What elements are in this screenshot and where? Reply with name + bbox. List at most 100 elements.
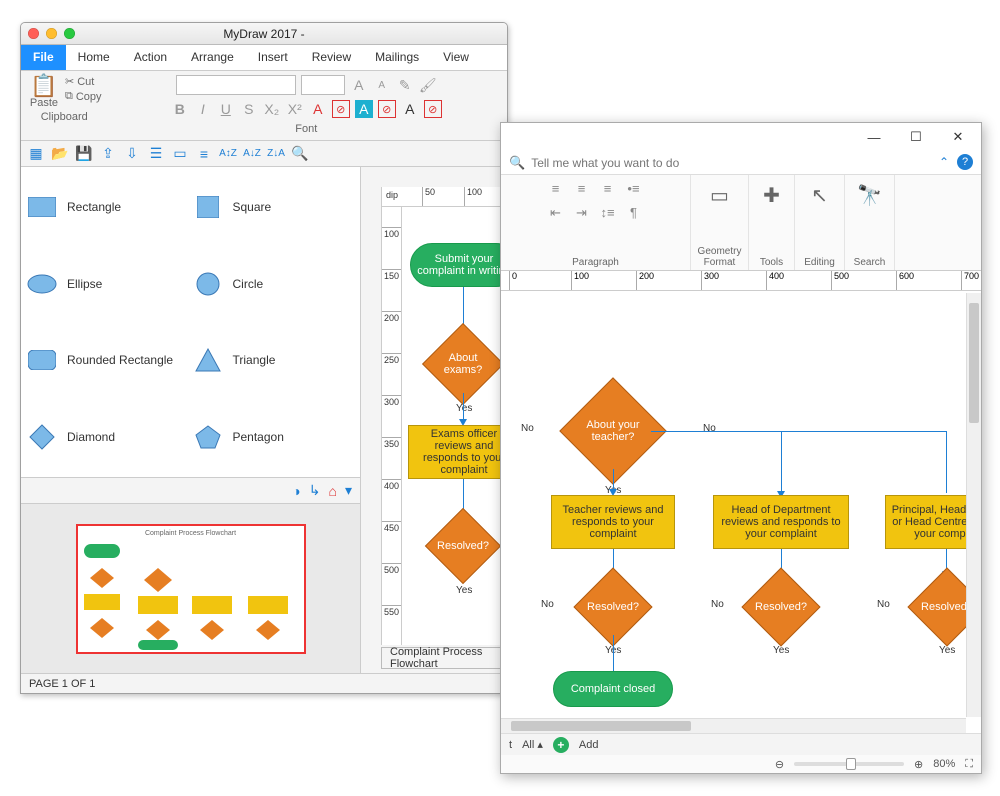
no-shadow-icon[interactable]: ⊘ [424, 100, 442, 118]
shape-triangle[interactable]: Triangle [193, 328, 355, 393]
shape-rectangle[interactable]: Rectangle [27, 175, 189, 240]
align-icon[interactable]: ≡ [195, 145, 213, 163]
italic-icon[interactable]: I [194, 100, 212, 118]
sheet-tab[interactable]: Complaint Process Flowchart [381, 647, 507, 669]
node-complaint-closed[interactable]: Complaint closed [553, 671, 673, 707]
font-color-icon[interactable]: A [309, 100, 327, 118]
canvas-inner[interactable]: Submit your complaint in writing About e… [402, 207, 507, 645]
cut-button[interactable]: ✂ Cut [65, 75, 102, 88]
node-principal-reviews[interactable]: Principal, Head Teacher or Head Centre r… [885, 495, 966, 549]
paintbrush-icon[interactable]: 🖌 [419, 76, 437, 94]
connector-icon[interactable]: ↳ [309, 482, 321, 499]
shrink-font-icon[interactable]: A [373, 76, 391, 94]
line-spacing-icon[interactable]: ↕≡ [599, 205, 617, 223]
indent-icon[interactable]: ⇥ [573, 205, 591, 223]
shape-fill-icon[interactable]: ◑ [292, 483, 300, 499]
help-icon[interactable]: ? [957, 154, 973, 170]
scrollbar-thumb[interactable] [511, 721, 691, 731]
mac-canvas[interactable]: dip 50 100 150 100 150 200 250 300 350 4… [381, 187, 507, 645]
align-right-icon[interactable]: ≡ [599, 181, 617, 199]
add-icon[interactable]: + [553, 737, 569, 753]
strike-icon[interactable]: S [240, 100, 258, 118]
home-icon[interactable]: ⌂ [329, 483, 337, 499]
editing-group[interactable]: ↖ Editing [795, 175, 845, 270]
mac-titlebar[interactable]: MyDraw 2017 - [21, 23, 507, 45]
scrollbar-thumb[interactable] [969, 303, 979, 423]
no-highlight-icon[interactable]: ⊘ [378, 100, 396, 118]
menu-arrange[interactable]: Arrange [179, 45, 246, 70]
search-icon[interactable]: 🔍 [291, 145, 309, 163]
zoom-knob[interactable] [846, 758, 856, 770]
status-add[interactable]: Add [579, 739, 599, 751]
paste-button[interactable]: 📋 Paste [27, 75, 61, 109]
shape-square[interactable]: Square [193, 175, 355, 240]
node-teacher-reviews[interactable]: Teacher reviews and responds to your com… [551, 495, 675, 549]
font-family-combo[interactable] [176, 75, 296, 95]
horizontal-scrollbar[interactable] [501, 718, 966, 733]
sort-desc-icon[interactable]: Z↓A [267, 145, 285, 163]
new-icon[interactable]: ▦ [27, 145, 45, 163]
underline-icon[interactable]: U [217, 100, 235, 118]
menu-review[interactable]: Review [300, 45, 363, 70]
open-icon[interactable]: 📂 [51, 145, 69, 163]
node-exams-officer[interactable]: Exams officer reviews and responds to yo… [408, 425, 507, 479]
dropdown-icon[interactable]: ▾ [345, 482, 352, 499]
align-left-icon[interactable]: ≡ [547, 181, 565, 199]
node-resolved-3[interactable]: Resolved? [741, 567, 820, 646]
menu-view[interactable]: View [431, 45, 481, 70]
shadow-icon[interactable]: A [401, 100, 419, 118]
maximize-button[interactable]: ☐ [895, 124, 937, 150]
tools-group[interactable]: ✚ Tools [749, 175, 795, 270]
collapse-ribbon-icon[interactable]: ⌃ [939, 155, 949, 169]
close-button[interactable]: ✕ [937, 124, 979, 150]
zoom-button[interactable] [64, 28, 75, 39]
node-start[interactable]: Submit your complaint in writing [410, 243, 507, 287]
no-fill-icon[interactable]: ⊘ [332, 100, 350, 118]
menu-insert[interactable]: Insert [246, 45, 300, 70]
vertical-scrollbar[interactable] [966, 293, 981, 717]
status-all[interactable]: All ▴ [522, 738, 543, 751]
zoom-out-button[interactable]: ⊖ [775, 758, 784, 771]
import-icon[interactable]: ⇩ [123, 145, 141, 163]
sort-az-icon[interactable]: A↕Z [219, 145, 237, 163]
shape-ellipse[interactable]: Ellipse [27, 252, 189, 317]
align-center-icon[interactable]: ≡ [573, 181, 591, 199]
insert-icon[interactable]: ▭ [171, 145, 189, 163]
node-resolved-4[interactable]: Resolved? [907, 567, 966, 646]
tell-me-input[interactable] [531, 156, 973, 170]
copy-button[interactable]: ⧉ Copy [65, 90, 102, 103]
bullets-icon[interactable]: •≡ [625, 181, 643, 199]
shape-pentagon[interactable]: Pentagon [193, 405, 355, 470]
zoom-slider[interactable] [794, 762, 904, 766]
minimize-button[interactable] [46, 28, 57, 39]
export-icon[interactable]: ⇪ [99, 145, 117, 163]
search-group[interactable]: 🔭 Search [845, 175, 895, 270]
outdent-icon[interactable]: ⇤ [547, 205, 565, 223]
shape-rounded-rectangle[interactable]: Rounded Rectangle [27, 328, 189, 393]
superscript-icon[interactable]: X² [286, 100, 304, 118]
highlight-icon[interactable]: A [355, 100, 373, 118]
preview-pane[interactable]: Complaint Process Flowchart [21, 503, 361, 673]
close-button[interactable] [28, 28, 39, 39]
save-icon[interactable]: 💾 [75, 145, 93, 163]
node-hod-reviews[interactable]: Head of Department reviews and responds … [713, 495, 849, 549]
minimize-button[interactable]: — [853, 124, 895, 150]
subscript-icon[interactable]: X₂ [263, 100, 281, 118]
grow-font-icon[interactable]: A [350, 76, 368, 94]
eyedropper-icon[interactable]: ✎ [396, 76, 414, 94]
zoom-in-button[interactable]: ⊕ [914, 758, 923, 771]
menu-action[interactable]: Action [122, 45, 179, 70]
font-size-combo[interactable] [301, 75, 345, 95]
menu-mailings[interactable]: Mailings [363, 45, 431, 70]
bold-icon[interactable]: B [171, 100, 189, 118]
fit-screen-icon[interactable]: ⛶ [965, 758, 973, 771]
geometry-format-group[interactable]: ▭ Geometry Format [691, 175, 749, 270]
win-canvas[interactable]: About your teacher? No No Yes Teacher re… [501, 293, 966, 717]
node-resolved-1[interactable]: Resolved? [425, 508, 501, 584]
pilcrow-icon[interactable]: ¶ [625, 205, 643, 223]
sort-asc-icon[interactable]: A↓Z [243, 145, 261, 163]
win-titlebar[interactable]: — ☐ ✕ [501, 123, 981, 151]
list-icon[interactable]: ☰ [147, 145, 165, 163]
menu-file[interactable]: File [21, 45, 66, 70]
shape-diamond[interactable]: Diamond [27, 405, 189, 470]
